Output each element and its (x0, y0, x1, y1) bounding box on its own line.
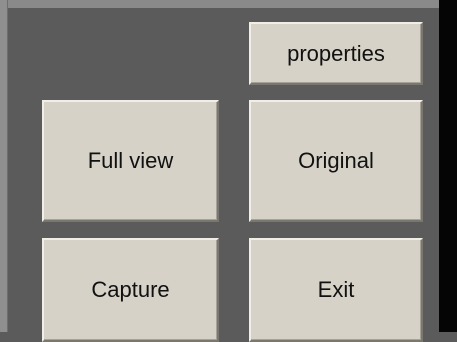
exit-button[interactable]: Exit (249, 238, 423, 342)
top-frame-strip (0, 0, 457, 8)
exit-button-label: Exit (317, 277, 355, 302)
original-button[interactable]: Original (249, 100, 423, 222)
properties-button[interactable]: properties (249, 22, 423, 85)
left-frame-edge (0, 0, 8, 332)
original-button-label: Original (298, 148, 374, 173)
capture-button-label: Capture (91, 277, 170, 302)
full-view-button-label: Full view (87, 148, 174, 173)
properties-button-label: properties (287, 40, 385, 66)
full-view-button[interactable]: Full view (42, 100, 219, 222)
capture-button[interactable]: Capture (42, 238, 219, 342)
right-frame-edge (439, 0, 457, 332)
